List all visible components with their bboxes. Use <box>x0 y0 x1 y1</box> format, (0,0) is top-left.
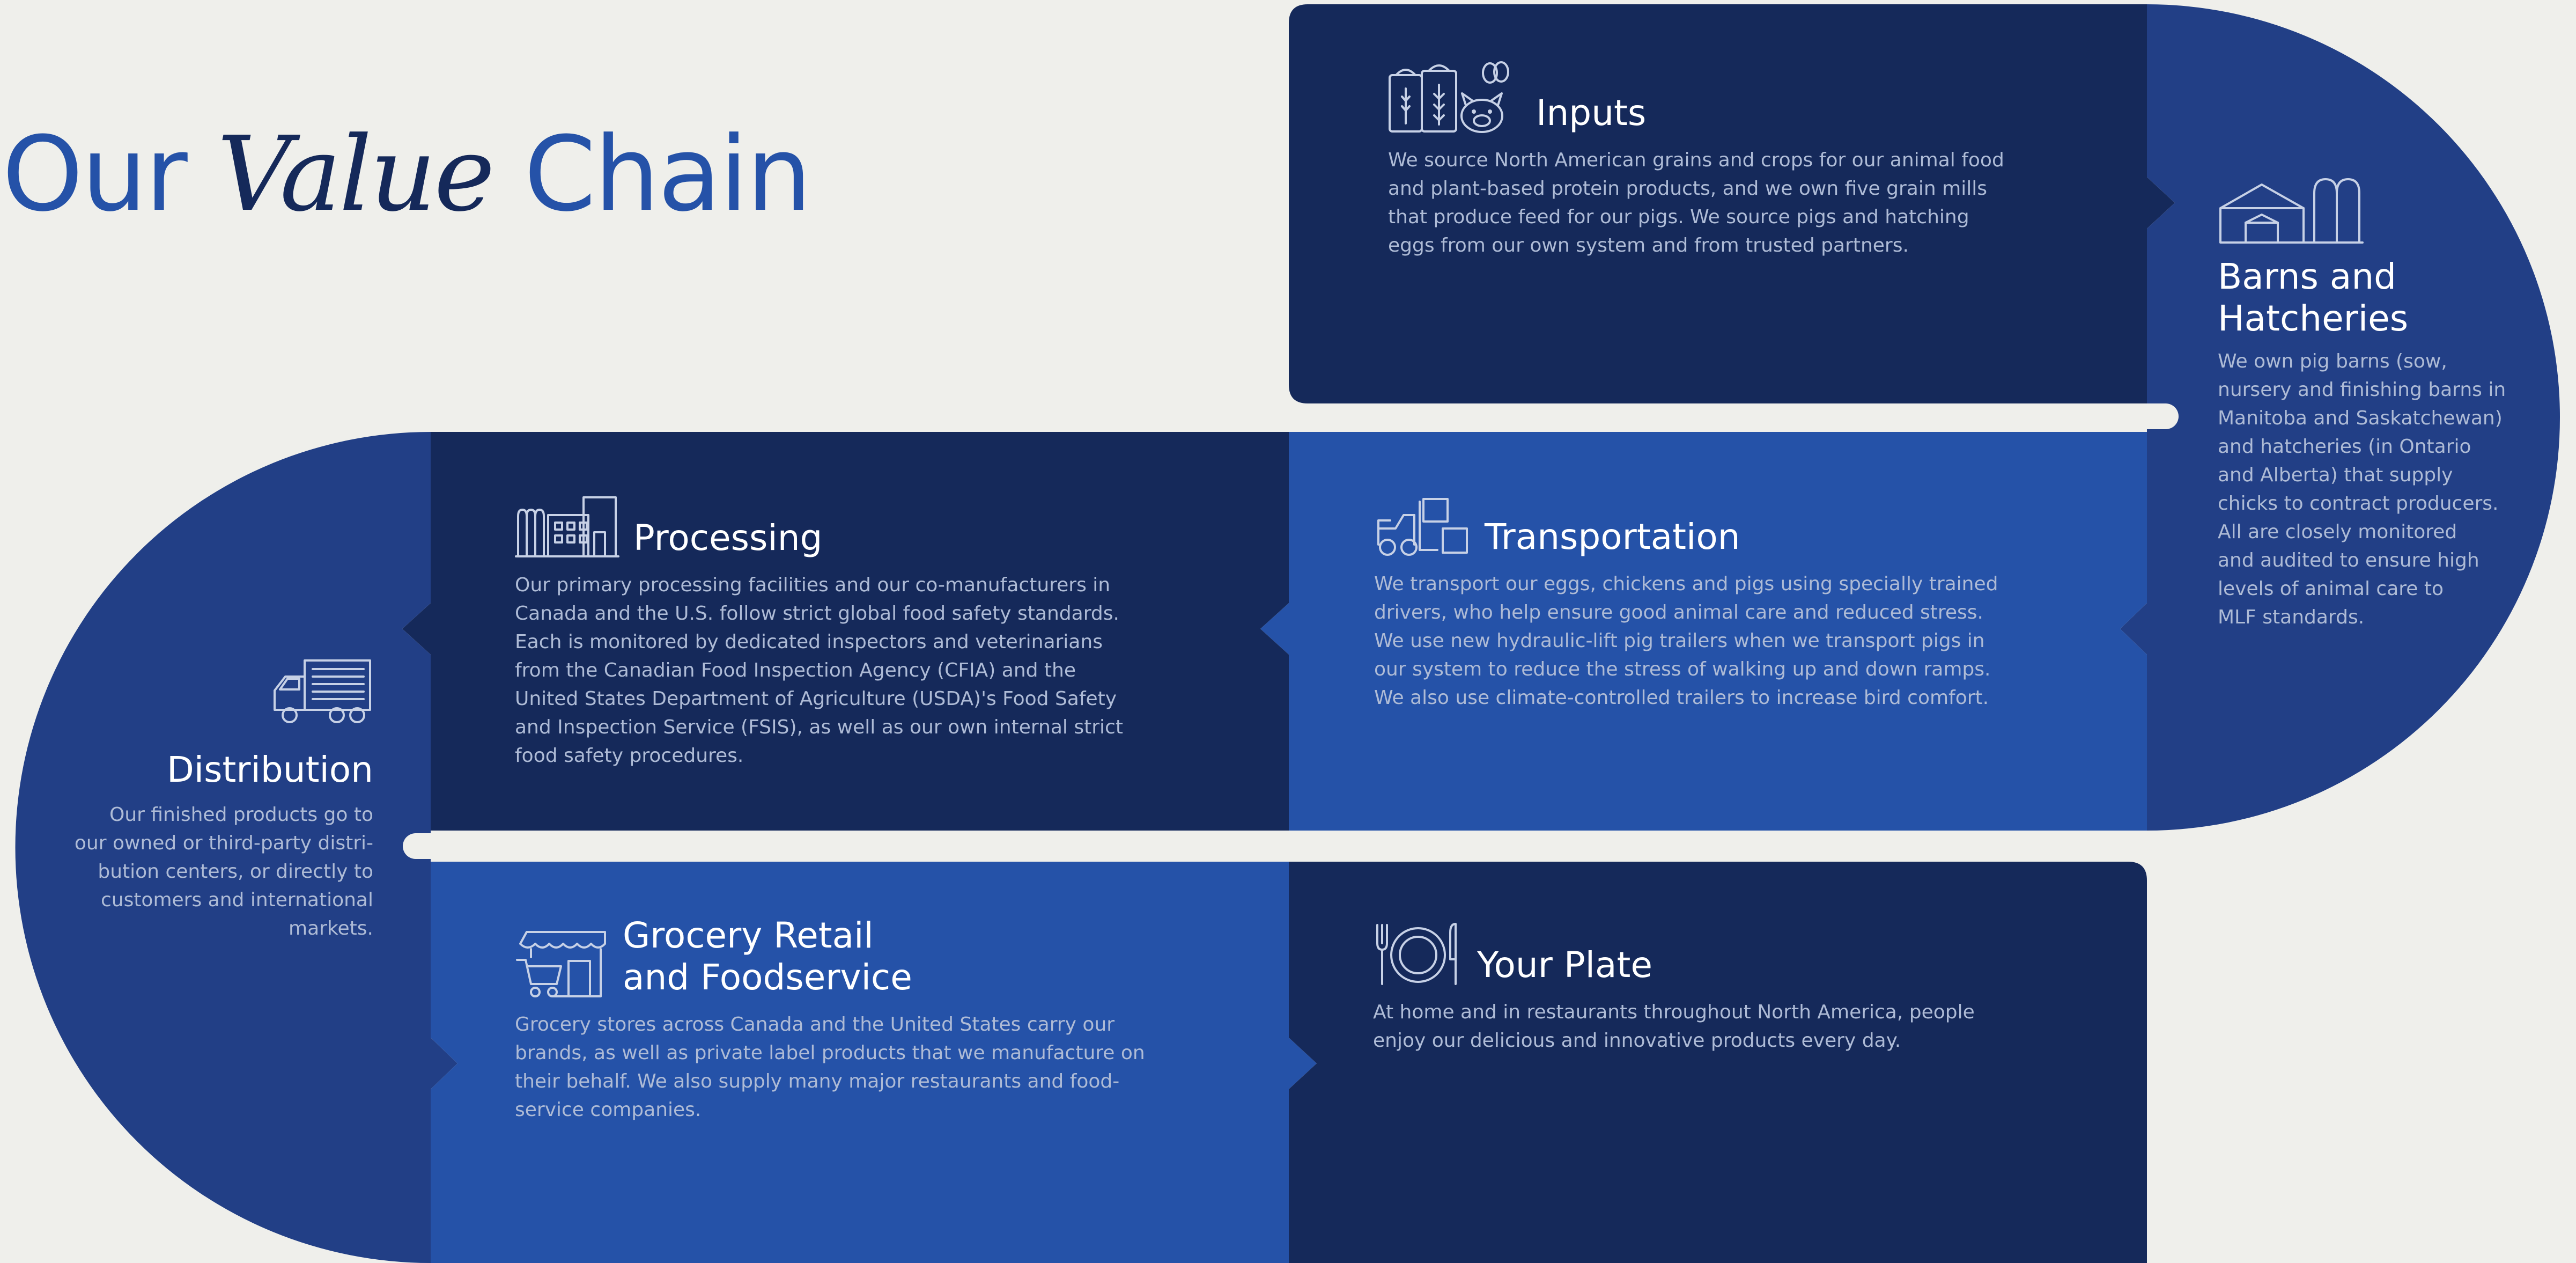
page-title: Our Value Chain <box>2 123 811 226</box>
transportation-card: Transportation We transport our eggs, ch… <box>1374 496 2136 712</box>
inputs-card: Inputs We source North American grains a… <box>1388 59 2128 260</box>
processing-body: Our primary processing facilities and ou… <box>515 574 1123 767</box>
distribution-card: Distribution Our finished products go to… <box>32 657 373 943</box>
forklift-boxes-icon <box>1374 496 1471 558</box>
processing-header: Processing <box>515 495 1266 559</box>
track-stub-right <box>1748 403 2179 429</box>
grocery-body: Grocery stores across Canada and the Uni… <box>515 1013 1145 1121</box>
plate-header: Your Plate <box>1373 922 2135 986</box>
title-chain: Chain <box>492 115 811 234</box>
transportation-header: Transportation <box>1374 496 2136 558</box>
grocery-card: Grocery Retail and Foodservice Grocery s… <box>515 915 1276 1124</box>
title-value: Value <box>217 115 495 234</box>
processing-card: Processing Our primary processing facili… <box>515 495 1266 770</box>
inputs-body: We source North American grains and crop… <box>1388 149 2004 256</box>
grain-sacks-pig-egg-icon <box>1388 59 1522 134</box>
barn-silo-icon <box>2218 177 2550 244</box>
plate-body: At home and in restaurants throughout No… <box>1373 1001 1975 1052</box>
delivery-truck-icon <box>272 657 373 724</box>
transportation-body: We transport our eggs, chickens and pigs… <box>1374 573 1998 709</box>
transportation-title: Transportation <box>1485 516 1740 558</box>
inputs-title: Inputs <box>1536 92 1647 134</box>
storefront-cart-icon <box>515 928 609 998</box>
value-chain-diagram: Our Value Chain Inputs We source North A… <box>0 0 2576 1263</box>
processing-title: Processing <box>633 517 823 559</box>
plate-title: Your Plate <box>1477 944 1652 986</box>
distribution-title: Distribution <box>166 749 373 790</box>
factory-icon <box>515 495 619 559</box>
track-stub-left <box>403 833 912 859</box>
grocery-header: Grocery Retail and Foodservice <box>515 915 1276 998</box>
plate-card: Your Plate At home and in restaurants th… <box>1373 922 2135 1055</box>
barns-card: Barns and Hatcheries We own pig barns (s… <box>2218 177 2550 632</box>
distribution-body: Our finished products go to our owned or… <box>74 803 373 939</box>
plate-fork-knife-icon <box>1373 922 1463 986</box>
title-our: Our <box>2 115 217 234</box>
grocery-title: Grocery Retail and Foodservice <box>623 915 912 998</box>
barns-title: Barns and Hatcheries <box>2218 256 2409 339</box>
inputs-header: Inputs <box>1388 59 2128 134</box>
barns-body: We own pig barns (sow, nursery and finis… <box>2218 350 2506 628</box>
